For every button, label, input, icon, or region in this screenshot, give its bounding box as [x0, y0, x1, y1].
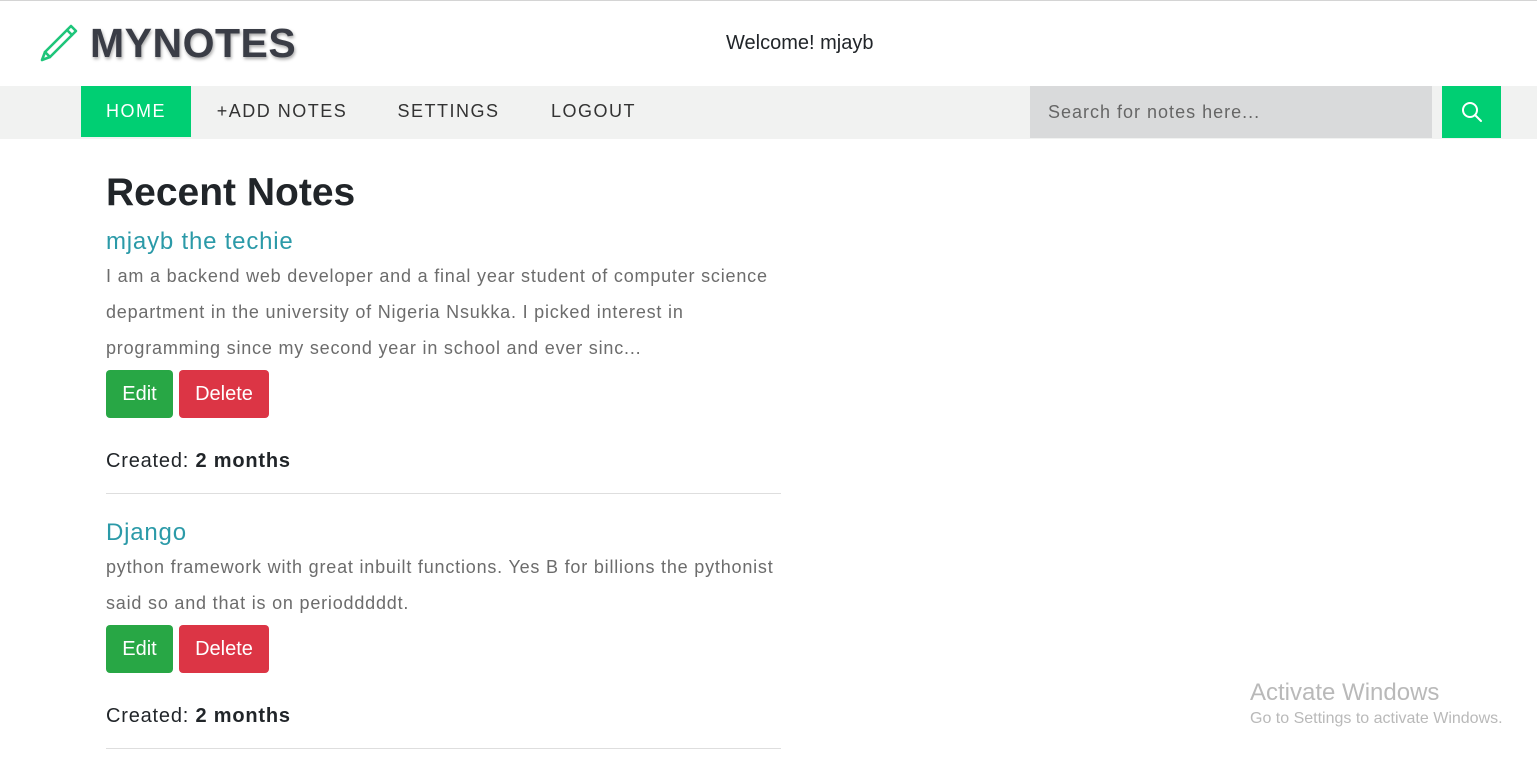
note-body: python framework with great inbuilt func…: [106, 557, 774, 613]
created-info: Created: 2 months: [106, 704, 781, 728]
created-label: Created:: [106, 705, 196, 727]
activation-watermark: Activate Windows Go to Settings to activ…: [1250, 679, 1503, 730]
created-value: 2 months: [195, 705, 291, 727]
edit-button[interactable]: Edit: [106, 625, 173, 673]
created-value: 2 months: [195, 450, 291, 472]
note-divider: [106, 493, 781, 494]
page-title: Recent Notes: [106, 171, 356, 214]
note-title[interactable]: Django: [106, 518, 781, 548]
delete-button[interactable]: Delete: [179, 625, 269, 673]
edit-button[interactable]: Edit: [106, 370, 173, 418]
brand-logo[interactable]: MYNOTES: [38, 21, 296, 65]
nav-settings[interactable]: SETTINGS: [383, 86, 514, 137]
search-button[interactable]: [1442, 86, 1501, 138]
created-label: Created:: [106, 450, 196, 472]
welcome-message: Welcome! mjayb: [726, 32, 874, 54]
watermark-subtitle: Go to Settings to activate Windows.: [1250, 710, 1503, 727]
note-card: mjayb the techie I am a backend web deve…: [106, 227, 781, 494]
main-navbar: HOME +ADD NOTES SETTINGS LOGOUT: [0, 86, 1537, 139]
nav-home[interactable]: HOME: [81, 86, 191, 137]
nav-add-notes[interactable]: +ADD NOTES: [200, 86, 364, 137]
note-title[interactable]: mjayb the techie: [106, 227, 781, 257]
nav-logout[interactable]: LOGOUT: [536, 86, 651, 137]
delete-button[interactable]: Delete: [179, 370, 269, 418]
note-body: I am a backend web developer and a final…: [106, 266, 768, 358]
created-info: Created: 2 months: [106, 449, 781, 473]
search-icon: [1461, 101, 1483, 123]
watermark-title: Activate Windows: [1250, 679, 1440, 706]
brand-name: MYNOTES: [90, 20, 297, 66]
search-input[interactable]: [1030, 86, 1432, 138]
site-header: MYNOTES Welcome! mjayb: [0, 1, 1537, 86]
note-card: Django python framework with great inbui…: [106, 518, 781, 749]
note-divider: [106, 748, 781, 749]
pencil-icon: [38, 22, 80, 64]
